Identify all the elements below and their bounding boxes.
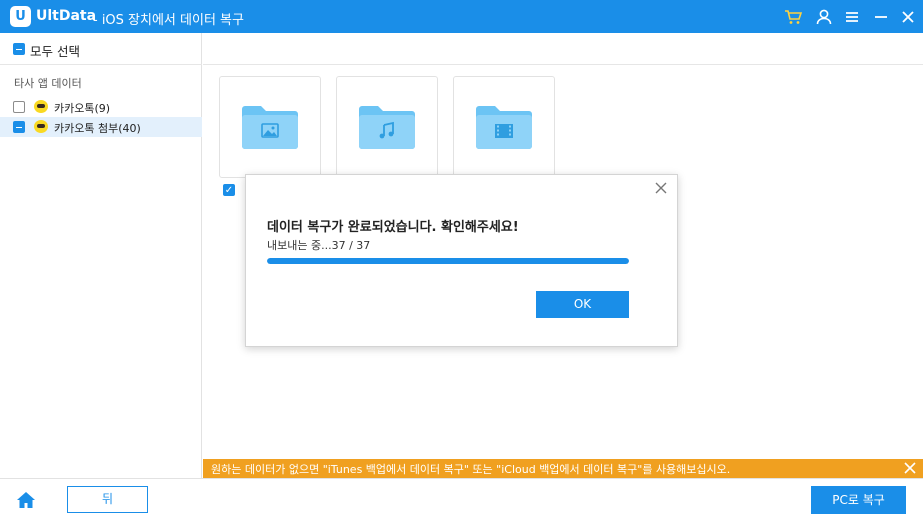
cart-icon[interactable] xyxy=(783,7,803,27)
sidebar-item-checkbox[interactable] xyxy=(13,101,25,113)
section-label-third-party: 타사 앱 데이터 xyxy=(14,77,82,90)
video-folder-tile[interactable] xyxy=(453,76,555,178)
music-folder-icon xyxy=(359,106,415,149)
ok-button[interactable]: OK xyxy=(536,291,629,318)
main-header xyxy=(203,33,923,65)
hint-banner: 원하는 데이터가 없으면 "iTunes 백업에서 데이터 복구" 또는 "iC… xyxy=(203,459,923,478)
sidebar-item-label: 카카오톡 첨부(40) xyxy=(54,122,141,135)
kakaotalk-icon xyxy=(34,100,48,113)
recover-to-pc-button[interactable]: PC로 복구 xyxy=(811,486,906,514)
image-folder-tile[interactable] xyxy=(219,76,321,178)
app-name: UltData xyxy=(36,8,97,24)
sidebar-item-kakaotalk-attachments[interactable]: 카카오톡 첨부(40) xyxy=(0,117,202,137)
music-folder-tile[interactable] xyxy=(336,76,438,178)
menu-icon[interactable] xyxy=(842,7,862,27)
title-bar: U UltData - iOS 장치에서 데이터 복구 xyxy=(0,0,923,33)
dialog-close-icon[interactable] xyxy=(654,181,668,195)
kakaotalk-icon xyxy=(34,120,48,133)
app-logo: U xyxy=(10,6,31,27)
sidebar-item-checkbox[interactable] xyxy=(13,121,25,133)
dialog-title: 데이터 복구가 완료되었습니다. 확인해주세요! xyxy=(267,220,519,235)
tile-checkbox[interactable]: ✓ xyxy=(223,184,235,196)
sidebar: 모두 선택 타사 앱 데이터 카카오톡(9) 카카오톡 첨부(40) xyxy=(0,33,202,478)
progress-bar-fill xyxy=(267,258,629,264)
sidebar-item-kakaotalk[interactable]: 카카오톡(9) xyxy=(0,97,202,117)
recovery-complete-dialog: 데이터 복구가 완료되었습니다. 확인해주세요! 내보내는 중...37 / 3… xyxy=(245,174,678,347)
export-progress-text: 내보내는 중...37 / 37 xyxy=(267,239,371,252)
hint-banner-text: 원하는 데이터가 없으면 "iTunes 백업에서 데이터 복구" 또는 "iC… xyxy=(211,463,731,476)
select-all-label: 모두 선택 xyxy=(30,44,80,59)
video-folder-icon xyxy=(476,106,532,149)
select-all-row: 모두 선택 xyxy=(0,33,202,65)
progress-bar xyxy=(267,258,629,264)
close-icon[interactable] xyxy=(898,7,918,27)
select-all-checkbox[interactable] xyxy=(13,43,25,55)
banner-close-icon[interactable] xyxy=(903,460,917,476)
user-icon[interactable] xyxy=(814,7,834,27)
window-subtitle: - iOS 장치에서 데이터 복구 xyxy=(93,13,244,28)
home-icon[interactable] xyxy=(15,490,37,510)
minimize-icon[interactable] xyxy=(871,7,891,27)
sidebar-item-label: 카카오톡(9) xyxy=(54,102,111,115)
footer-bar: 뒤 PC로 복구 xyxy=(0,478,923,520)
back-button[interactable]: 뒤 xyxy=(67,486,148,513)
image-folder-icon xyxy=(242,106,298,149)
